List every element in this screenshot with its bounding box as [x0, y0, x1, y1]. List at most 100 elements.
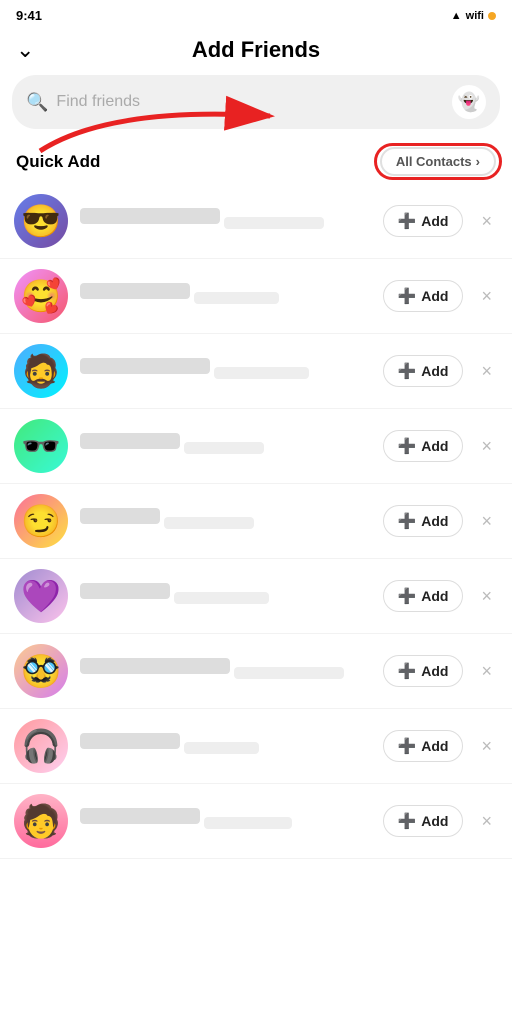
- add-person-icon: ➕: [398, 662, 417, 680]
- avatar: 🧑: [14, 794, 68, 848]
- chevron-right-icon: ›: [476, 154, 480, 169]
- add-friend-button[interactable]: ➕ Add: [383, 430, 464, 462]
- friend-name: [80, 433, 180, 449]
- avatar: 🕶️: [14, 419, 68, 473]
- avatar-emoji: 💜: [14, 569, 68, 623]
- avatar-emoji: 😏: [14, 494, 68, 548]
- signal-icon: ▲: [451, 10, 462, 22]
- friend-name: [80, 208, 220, 224]
- wifi-icon: wifi: [466, 10, 484, 22]
- friend-sub: [164, 517, 254, 529]
- friend-sub: [184, 442, 264, 454]
- friend-name: [80, 508, 160, 524]
- search-icon: 🔍: [26, 92, 48, 113]
- avatar-emoji: 😎: [14, 194, 68, 248]
- dismiss-button[interactable]: ×: [475, 657, 498, 686]
- add-friend-button[interactable]: ➕ Add: [383, 205, 464, 237]
- quick-add-title: Quick Add: [16, 152, 100, 172]
- avatar-emoji: 🧔: [14, 344, 68, 398]
- friend-list-item: 🎧 ➕ Add ×: [0, 709, 512, 784]
- friend-sub: [204, 817, 292, 829]
- add-person-icon: ➕: [398, 437, 417, 455]
- add-friend-button[interactable]: ➕ Add: [383, 505, 464, 537]
- friend-sub: [224, 217, 324, 229]
- all-contacts-button[interactable]: All Contacts ›: [380, 147, 496, 176]
- avatar-emoji: 🎧: [14, 719, 68, 773]
- friend-info: [80, 583, 371, 609]
- friend-name: [80, 283, 190, 299]
- friend-info: [80, 658, 371, 684]
- friend-sub: [194, 292, 279, 304]
- add-person-icon: ➕: [398, 737, 417, 755]
- friend-sub: [184, 742, 259, 754]
- friend-info: [80, 433, 371, 459]
- avatar-emoji: 🕶️: [14, 419, 68, 473]
- avatar: 🥸: [14, 644, 68, 698]
- friend-name: [80, 733, 180, 749]
- friend-list-item: 🥰 ➕ Add ×: [0, 259, 512, 334]
- add-friend-button[interactable]: ➕ Add: [383, 730, 464, 762]
- all-contacts-wrapper: All Contacts ›: [380, 147, 496, 176]
- page-title: Add Friends: [192, 37, 320, 63]
- add-label: Add: [421, 813, 448, 829]
- dismiss-button[interactable]: ×: [475, 207, 498, 236]
- friend-info: [80, 208, 371, 234]
- battery-icon: [488, 12, 496, 20]
- add-label: Add: [421, 588, 448, 604]
- friend-info: [80, 733, 371, 759]
- add-label: Add: [421, 213, 448, 229]
- avatar: 😎: [14, 194, 68, 248]
- dismiss-button[interactable]: ×: [475, 582, 498, 611]
- quick-add-header: Quick Add All Contacts ›: [0, 141, 512, 184]
- search-placeholder[interactable]: Find friends: [56, 93, 444, 111]
- dismiss-button[interactable]: ×: [475, 357, 498, 386]
- friend-sub: [174, 592, 269, 604]
- add-person-icon: ➕: [398, 512, 417, 530]
- avatar-emoji: 🧑: [14, 794, 68, 848]
- status-time: 9:41: [16, 8, 42, 23]
- status-bar: 9:41 ▲ wifi: [0, 0, 512, 27]
- friend-info: [80, 508, 371, 534]
- friend-list-item: 🧔 ➕ Add ×: [0, 334, 512, 409]
- add-friend-button[interactable]: ➕ Add: [383, 355, 464, 387]
- friend-name: [80, 808, 200, 824]
- add-label: Add: [421, 513, 448, 529]
- add-label: Add: [421, 288, 448, 304]
- friend-list-item: 💜 ➕ Add ×: [0, 559, 512, 634]
- back-button[interactable]: ⌄: [16, 37, 34, 63]
- add-label: Add: [421, 738, 448, 754]
- friend-list-item: 😎 ➕ Add ×: [0, 184, 512, 259]
- add-person-icon: ➕: [398, 587, 417, 605]
- avatar: 😏: [14, 494, 68, 548]
- add-friend-button[interactable]: ➕ Add: [383, 655, 464, 687]
- dismiss-button[interactable]: ×: [475, 282, 498, 311]
- ghost-icon: 👻: [458, 92, 480, 113]
- friend-info: [80, 808, 371, 834]
- add-friend-button[interactable]: ➕ Add: [383, 280, 464, 312]
- add-label: Add: [421, 438, 448, 454]
- friend-name: [80, 658, 230, 674]
- add-friend-button[interactable]: ➕ Add: [383, 580, 464, 612]
- add-person-icon: ➕: [398, 287, 417, 305]
- friend-sub: [234, 667, 344, 679]
- dismiss-button[interactable]: ×: [475, 732, 498, 761]
- section-header-wrapper: Quick Add All Contacts ›: [0, 141, 512, 184]
- dismiss-button[interactable]: ×: [475, 507, 498, 536]
- ghost-icon-button[interactable]: 👻: [452, 85, 486, 119]
- avatar: 💜: [14, 569, 68, 623]
- avatar-emoji: 🥸: [14, 644, 68, 698]
- search-bar[interactable]: 🔍 Find friends 👻: [12, 75, 500, 129]
- friend-list-item: 🧑 ➕ Add ×: [0, 784, 512, 859]
- add-person-icon: ➕: [398, 212, 417, 230]
- friend-info: [80, 358, 371, 384]
- avatar: 🧔: [14, 344, 68, 398]
- dismiss-button[interactable]: ×: [475, 432, 498, 461]
- friend-name: [80, 358, 210, 374]
- friend-name: [80, 583, 170, 599]
- friend-sub: [214, 367, 309, 379]
- friend-info: [80, 283, 371, 309]
- dismiss-button[interactable]: ×: [475, 807, 498, 836]
- add-friend-button[interactable]: ➕ Add: [383, 805, 464, 837]
- avatar: 🎧: [14, 719, 68, 773]
- add-person-icon: ➕: [398, 812, 417, 830]
